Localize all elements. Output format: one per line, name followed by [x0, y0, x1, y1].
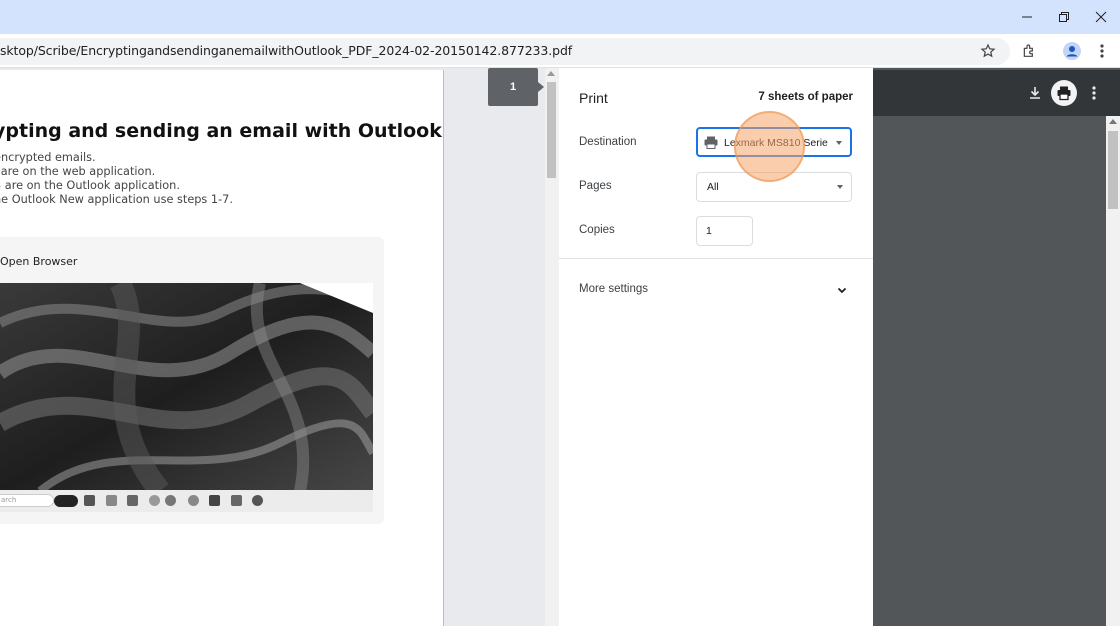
more-vert-icon[interactable]	[1089, 39, 1115, 63]
viewer-more-icon[interactable]	[1081, 80, 1107, 106]
close-icon[interactable]	[1082, 0, 1119, 34]
more-settings-toggle[interactable]: More settings	[579, 283, 648, 295]
pages-label: Pages	[579, 180, 612, 192]
url-text[interactable]: sktop/Scribe/Encryptingandsendinganemail…	[0, 43, 572, 58]
viewer-scroll-up-icon[interactable]	[1109, 119, 1117, 124]
document-title: ypting and sending an email with Outlook	[0, 120, 442, 142]
app-icon	[165, 495, 176, 506]
restore-icon[interactable]	[1045, 0, 1082, 34]
pages-value: All	[707, 181, 719, 193]
app-icon	[84, 495, 95, 506]
page-number-badge: 1	[488, 68, 538, 106]
app-icon	[231, 495, 242, 506]
print-icon[interactable]	[1051, 80, 1077, 106]
chevron-down-icon	[837, 185, 843, 189]
profile-icon[interactable]	[1059, 39, 1085, 63]
chevron-down-icon	[836, 141, 842, 145]
print-settings-panel: Print 7 sheets of paper Destination Lexm…	[559, 68, 873, 626]
preview-scroll-thumb[interactable]	[547, 82, 556, 178]
pdf-viewer-body	[873, 116, 1120, 626]
desktop-wallpaper-image	[0, 283, 373, 491]
address-bar[interactable]: sktop/Scribe/Encryptingandsendinganemail…	[0, 38, 1010, 65]
sheet-count: 7 sheets of paper	[758, 91, 853, 103]
divider	[559, 258, 873, 259]
viewer-scroll-thumb[interactable]	[1108, 131, 1118, 209]
star-icon[interactable]	[975, 39, 1001, 63]
document-line: 3 are on the Outlook application.	[0, 179, 180, 192]
step-title: Open Browser	[0, 255, 78, 268]
click-highlight	[734, 111, 805, 182]
document-line: he Outlook New application use steps 1-7…	[0, 193, 233, 206]
preview-page: ypting and sending an email with Outlook…	[0, 70, 444, 626]
title-bar	[0, 0, 1120, 34]
app-icon	[188, 495, 199, 506]
print-title: Print	[579, 90, 608, 106]
chevron-down-icon[interactable]	[836, 283, 848, 301]
destination-label: Destination	[579, 136, 637, 148]
taskbar-toggle-icon	[54, 495, 78, 507]
taskbar-search: arch	[0, 494, 54, 507]
document-line: encrypted emails.	[0, 151, 96, 164]
minimize-icon[interactable]	[1008, 0, 1045, 34]
page-badge-arrow	[538, 82, 544, 92]
copies-label: Copies	[579, 224, 615, 236]
extensions-icon[interactable]	[1016, 39, 1042, 63]
step-card: Open Browser arch	[0, 237, 384, 524]
app-icon	[149, 495, 160, 506]
taskbar: arch	[0, 490, 373, 512]
app-icon	[106, 495, 117, 506]
app-icon	[252, 495, 263, 506]
app-icon	[209, 495, 220, 506]
copies-input[interactable]: 1	[696, 216, 753, 246]
browser-toolbar: sktop/Scribe/Encryptingandsendinganemail…	[0, 34, 1120, 68]
printer-icon	[704, 136, 718, 154]
download-icon[interactable]	[1022, 80, 1048, 106]
document-line: ' are on the web application.	[0, 165, 156, 178]
app-icon	[127, 495, 138, 506]
scroll-up-icon[interactable]	[547, 71, 555, 76]
